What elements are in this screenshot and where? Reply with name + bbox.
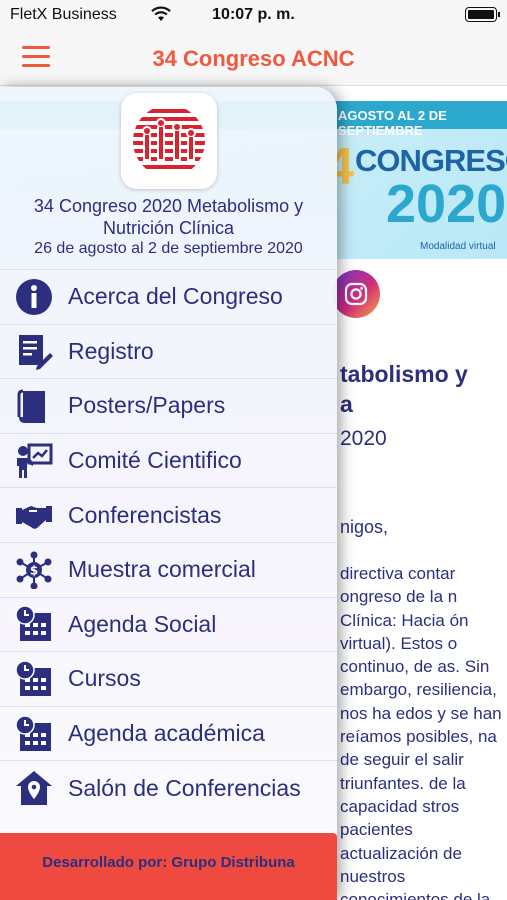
menu-item-cursos[interactable]: Cursos (0, 651, 337, 706)
registration-icon (14, 331, 54, 371)
menu-item-acerca[interactable]: Acerca del Congreso (0, 269, 337, 324)
drawer-menu: Acerca del Congreso Registro Posters/Pap… (0, 269, 337, 815)
footer-credits: Desarrollado por: Grupo Distribuna (42, 854, 295, 871)
info-icon (14, 277, 54, 317)
menu-item-label: Agenda Social (68, 610, 217, 637)
navigation-drawer: 34 Congreso 2020 Metabolismo y Nutrición… (0, 87, 337, 900)
location-home-icon (14, 768, 54, 808)
menu-item-label: Conferencistas (68, 501, 222, 528)
content-date: 2020 (340, 427, 387, 450)
commerce-network-icon: $ (14, 550, 54, 590)
menu-item-muestra[interactable]: $ Muestra comercial (0, 541, 337, 597)
menu-item-agenda-academica[interactable]: Agenda académica (0, 705, 337, 761)
clock: 10:07 p. m. (212, 6, 295, 23)
menu-item-label: Posters/Papers (68, 392, 226, 419)
presenter-icon (14, 441, 54, 481)
content-paragraph: directiva contar ongreso de la n Clínica… (340, 564, 502, 900)
congress-logo (121, 93, 217, 189)
menu-item-label: Cursos (68, 665, 141, 692)
calendar-clock-icon (14, 659, 54, 699)
content-title-line: tabolismo y (340, 361, 468, 387)
calendar-clock-icon (14, 714, 54, 754)
menu-item-label: Muestra comercial (68, 556, 256, 583)
poster-icon (14, 386, 54, 426)
app-header: 34 Congreso ACNC (0, 30, 507, 86)
page-title: 34 Congreso ACNC (152, 46, 355, 71)
instagram-icon[interactable] (332, 270, 380, 318)
menu-item-label: Acerca del Congreso (68, 283, 283, 310)
menu-item-label: Comité Cientifico (68, 447, 242, 474)
drawer-title: 34 Congreso 2020 Metabolismo y Nutrición… (33, 196, 304, 238)
battery-icon (465, 7, 500, 22)
content-title-line: a (340, 391, 353, 417)
menu-item-comite[interactable]: Comité Cientifico (0, 432, 337, 488)
banner-year: 2020 (386, 174, 507, 234)
menu-item-posters[interactable]: Posters/Papers (0, 378, 337, 433)
handshake-icon (14, 495, 54, 535)
menu-item-label: Registro (68, 337, 154, 364)
menu-item-salon[interactable]: Salón de Conferencias (0, 760, 337, 815)
status-bar: FletX Business 10:07 p. m. (0, 0, 507, 30)
menu-item-agenda-social[interactable]: Agenda Social (0, 596, 337, 652)
menu-item-label: Agenda académica (68, 720, 265, 747)
menu-item-registro[interactable]: Registro (0, 323, 337, 379)
svg-text:$: $ (30, 563, 38, 577)
calendar-clock-icon (14, 604, 54, 644)
content-title: tabolismo y a (340, 359, 468, 419)
drawer-footer: Desarrollado por: Grupo Distribuna (0, 833, 337, 900)
drawer-dates: 26 de agosto al 2 de septiembre 2020 (34, 240, 303, 257)
menu-item-conferencistas[interactable]: Conferencistas (0, 487, 337, 542)
banner-mode: Modalidad virtual (420, 241, 496, 252)
content-greeting: nigos, (340, 517, 389, 537)
menu-item-label: Salón de Conferencias (68, 774, 301, 801)
